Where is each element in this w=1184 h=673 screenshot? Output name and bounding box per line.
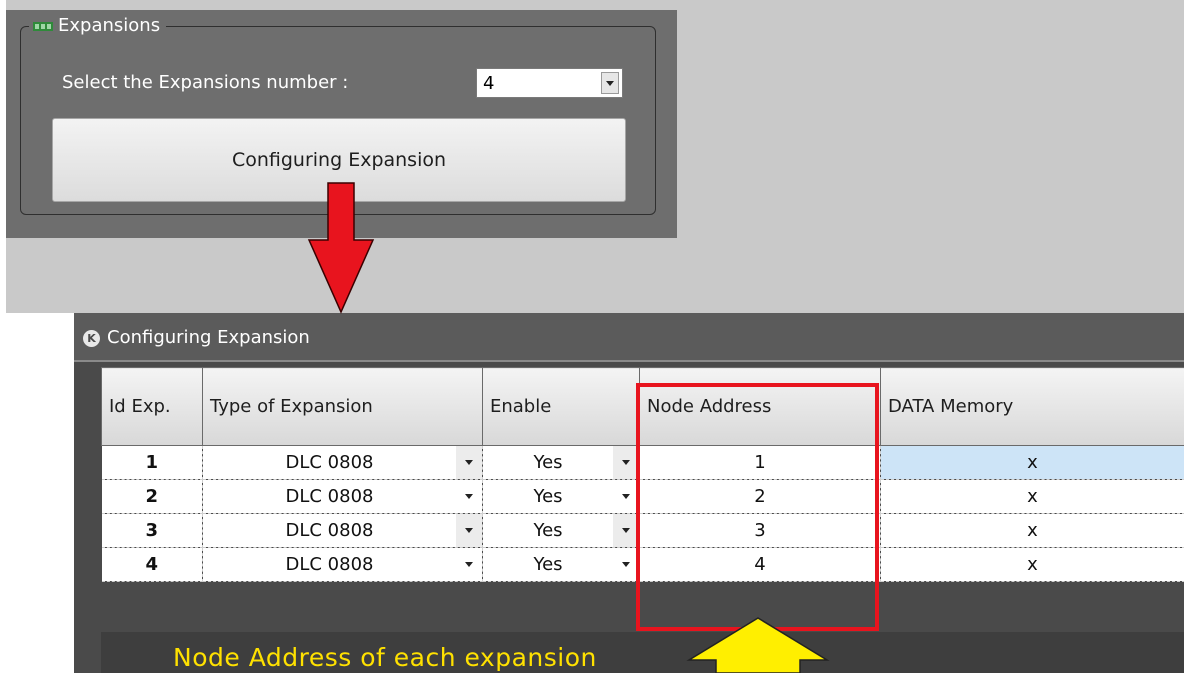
type-cell[interactable]: DLC 0808: [202, 479, 483, 514]
dialog-title: Configuring Expansion: [107, 327, 310, 348]
table-row[interactable]: 3 DLC 0808 Yes 3 x: [101, 513, 1184, 548]
k-logo-icon: K: [83, 330, 100, 347]
enable-value: Yes: [533, 554, 563, 575]
column-header-enable[interactable]: Enable: [482, 367, 640, 446]
column-header-data-memory[interactable]: DATA Memory: [880, 367, 1184, 446]
expansions-title: Expansions: [58, 15, 161, 36]
chevron-down-icon[interactable]: [613, 446, 639, 479]
expansion-board-icon: [33, 21, 53, 31]
expansions-count-select[interactable]: 4: [476, 68, 623, 98]
chevron-down-icon[interactable]: [601, 72, 619, 94]
expansions-table: Id Exp. Type of Expansion Enable Node Ad…: [101, 367, 1184, 582]
chevron-down-icon[interactable]: [456, 480, 482, 513]
enable-cell[interactable]: Yes: [482, 445, 640, 480]
enable-cell[interactable]: Yes: [482, 513, 640, 548]
row-id: 1: [101, 445, 203, 480]
type-cell[interactable]: DLC 0808: [202, 513, 483, 548]
caption-bar: Node Address of each expansion: [101, 632, 1184, 673]
row-id: 4: [101, 547, 203, 582]
type-value: DLC 0808: [285, 554, 374, 575]
data-memory-cell[interactable]: x: [880, 479, 1184, 514]
caption-text: Node Address of each expansion: [173, 643, 597, 672]
table-row[interactable]: 2 DLC 0808 Yes 2 x: [101, 479, 1184, 514]
chevron-down-icon[interactable]: [613, 514, 639, 547]
row-id: 2: [101, 479, 203, 514]
enable-value: Yes: [533, 520, 563, 541]
configuring-expansion-dialog: K Configuring Expansion Id Exp. Type of …: [74, 313, 1184, 673]
node-address-cell[interactable]: 1: [639, 445, 881, 480]
chevron-down-icon[interactable]: [613, 480, 639, 513]
row-id: 3: [101, 513, 203, 548]
type-value: DLC 0808: [285, 520, 374, 541]
table-row[interactable]: 1 DLC 0808 Yes 1 x: [101, 445, 1184, 480]
configuring-expansion-button[interactable]: Configuring Expansion: [52, 118, 626, 202]
data-memory-cell[interactable]: x: [880, 547, 1184, 582]
expansions-count-value: 4: [483, 73, 495, 94]
expansions-count-label: Select the Expansions number :: [62, 72, 349, 93]
data-memory-cell[interactable]: x: [880, 445, 1184, 480]
column-header-id[interactable]: Id Exp.: [101, 367, 203, 446]
type-cell[interactable]: DLC 0808: [202, 445, 483, 480]
node-address-cell[interactable]: 3: [639, 513, 881, 548]
type-value: DLC 0808: [285, 452, 374, 473]
node-address-cell[interactable]: 4: [639, 547, 881, 582]
chevron-down-icon[interactable]: [613, 548, 639, 581]
expansions-legend: Expansions: [29, 17, 166, 35]
data-memory-cell[interactable]: x: [880, 513, 1184, 548]
table-row[interactable]: 4 DLC 0808 Yes 4 x: [101, 547, 1184, 582]
table-header-row: Id Exp. Type of Expansion Enable Node Ad…: [101, 367, 1184, 446]
column-header-type[interactable]: Type of Expansion: [202, 367, 483, 446]
chevron-down-icon[interactable]: [456, 446, 482, 479]
enable-cell[interactable]: Yes: [482, 479, 640, 514]
enable-cell[interactable]: Yes: [482, 547, 640, 582]
type-cell[interactable]: DLC 0808: [202, 547, 483, 582]
dialog-title-bar: K Configuring Expansion: [74, 313, 1184, 362]
node-address-cell[interactable]: 2: [639, 479, 881, 514]
enable-value: Yes: [533, 486, 563, 507]
dialog-body: Id Exp. Type of Expansion Enable Node Ad…: [74, 362, 1184, 673]
enable-value: Yes: [533, 452, 563, 473]
chevron-down-icon[interactable]: [456, 548, 482, 581]
column-header-node-address[interactable]: Node Address: [639, 367, 881, 446]
chevron-down-icon[interactable]: [456, 514, 482, 547]
type-value: DLC 0808: [285, 486, 374, 507]
